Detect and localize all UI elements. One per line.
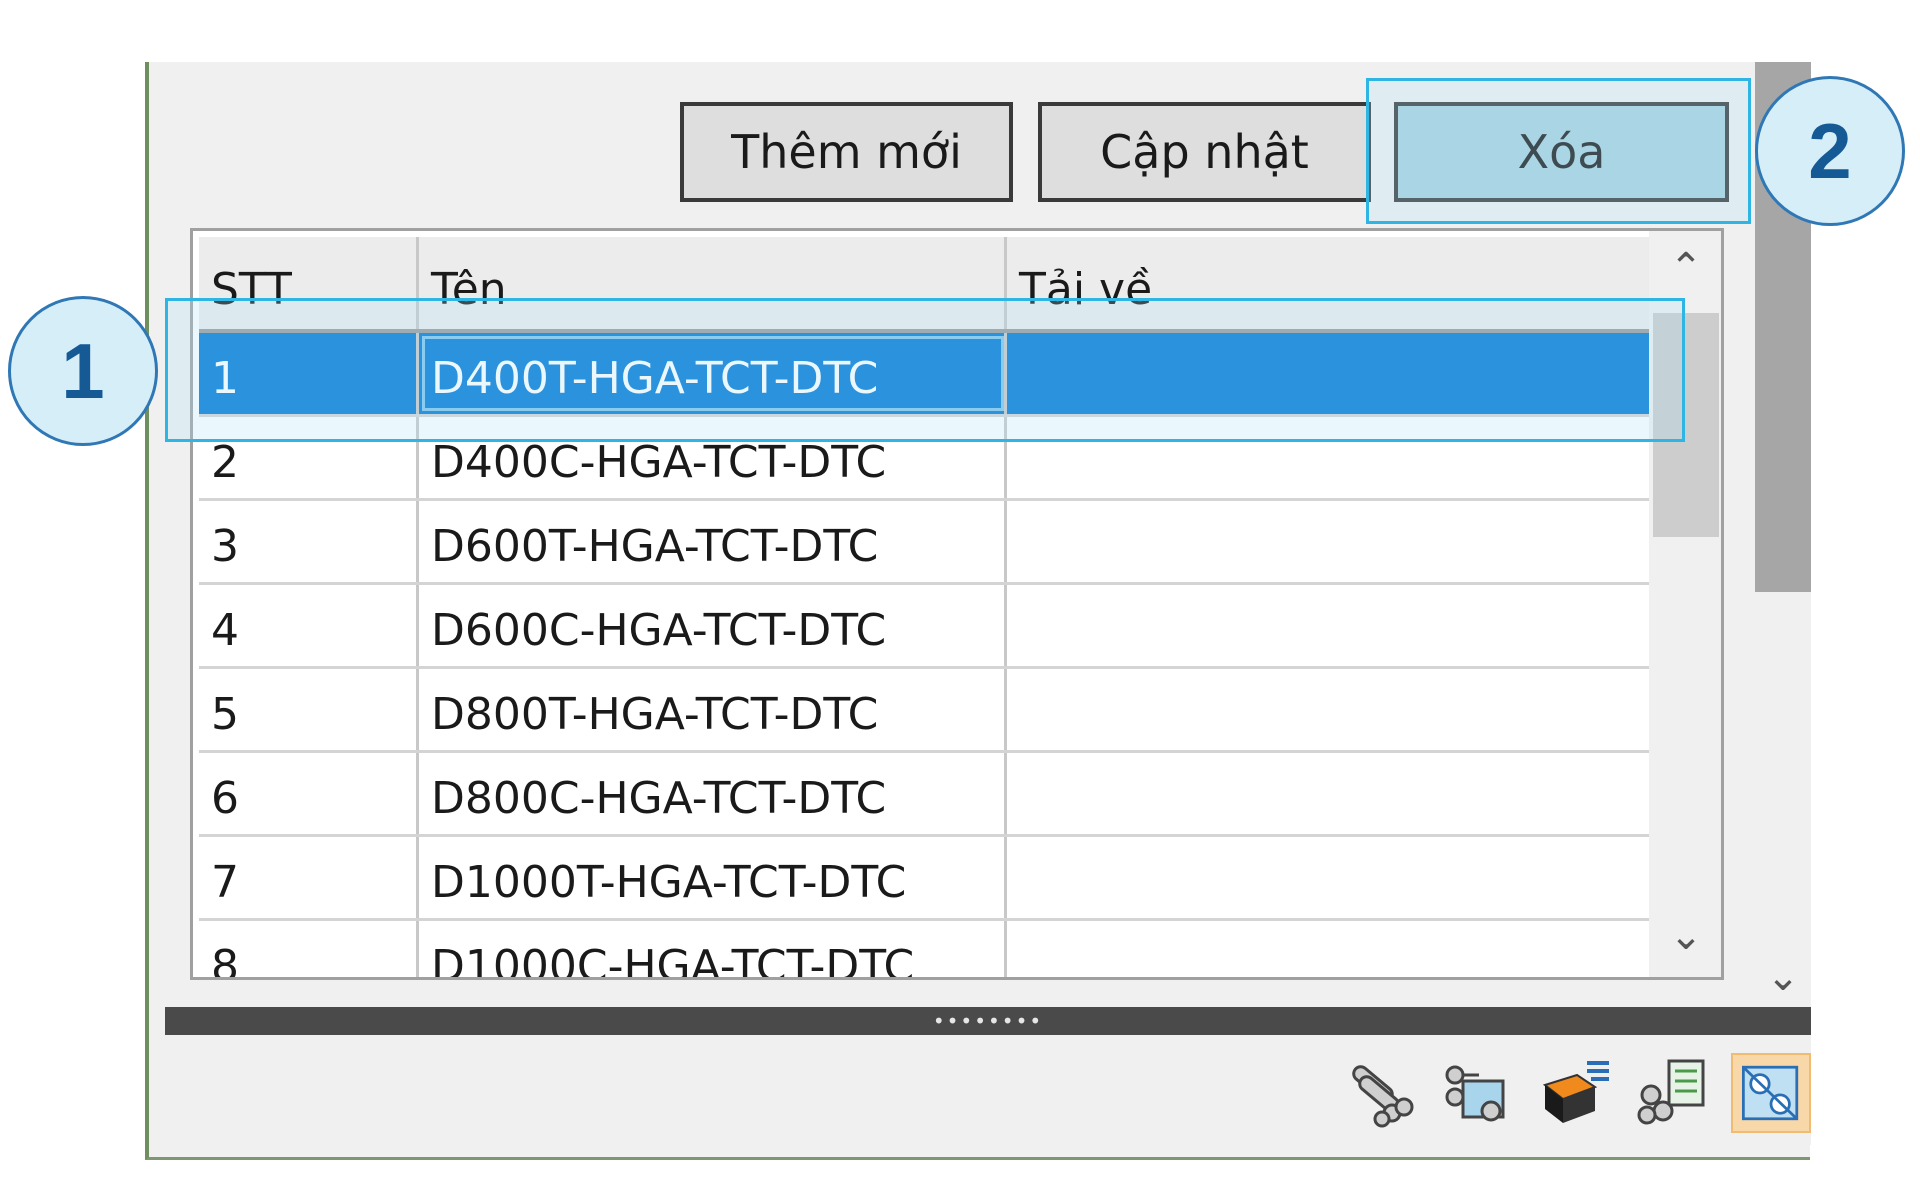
pipes-icon[interactable] [1340,1053,1420,1133]
update-button[interactable]: Cập nhật [1038,102,1371,202]
pipe-fittings-icon[interactable] [1437,1053,1517,1133]
table-row[interactable]: 6 D800C-HGA-TCT-DTC [199,753,1649,837]
table-row[interactable]: 3 D600T-HGA-TCT-DTC [199,501,1649,585]
add-new-button[interactable]: Thêm mới [680,102,1013,202]
table-row[interactable]: 7 D1000T-HGA-TCT-DTC [199,837,1649,921]
row-name[interactable]: D800C-HGA-TCT-DTC [419,753,1007,834]
row-stt: 4 [199,585,419,666]
row-name[interactable]: D1000T-HGA-TCT-DTC [419,837,1007,918]
row-download[interactable] [1007,753,1649,834]
fitting-catalog-icon[interactable] [1731,1053,1811,1133]
data-grid-body: STT Tên Tải về 1 D400T-HGA-TCT-DTC 2 D40… [199,237,1649,977]
row-download[interactable] [1007,837,1649,918]
callout-step-1: 1 [8,296,158,446]
row-stt: 3 [199,501,419,582]
chevron-down-icon[interactable]: ⌄ [1649,911,1721,961]
table-row[interactable]: 2 D400C-HGA-TCT-DTC [199,417,1649,501]
row-name[interactable]: D600T-HGA-TCT-DTC [419,501,1007,582]
row-download[interactable] [1007,417,1649,498]
table-row[interactable]: 5 D800T-HGA-TCT-DTC [199,669,1649,753]
table-row[interactable]: 4 D600C-HGA-TCT-DTC [199,585,1649,669]
grid-scrollbar-thumb[interactable] [1653,313,1719,537]
column-header-stt[interactable]: STT [199,237,419,329]
row-name[interactable]: D1000C-HGA-TCT-DTC [419,921,1007,977]
table-row[interactable]: 1 D400T-HGA-TCT-DTC [199,333,1649,417]
row-stt: 1 [199,333,419,414]
row-name[interactable]: D400T-HGA-TCT-DTC [419,333,1007,414]
pipe-catalog-icon[interactable] [1633,1053,1713,1133]
table-header: STT Tên Tải về [199,237,1649,333]
row-download[interactable] [1007,921,1649,977]
row-download[interactable] [1007,333,1649,414]
data-grid: STT Tên Tải về 1 D400T-HGA-TCT-DTC 2 D40… [190,228,1724,980]
row-stt: 7 [199,837,419,918]
grid-scrollbar[interactable]: ⌃ ⌄ [1649,231,1721,977]
column-header-download[interactable]: Tải về [1007,237,1649,329]
row-stt: 2 [199,417,419,498]
callout-step-2: 2 [1755,76,1905,226]
row-stt: 8 [199,921,419,977]
row-stt: 5 [199,669,419,750]
chevron-down-icon[interactable]: ⌄ [1763,952,1803,1002]
row-download[interactable] [1007,501,1649,582]
row-download[interactable] [1007,585,1649,666]
row-stt: 6 [199,753,419,834]
bottom-toolbar [165,1035,1811,1145]
table-row[interactable]: 8 D1000C-HGA-TCT-DTC [199,921,1649,977]
equipment-list-icon[interactable] [1535,1053,1615,1133]
delete-button[interactable]: Xóa [1394,102,1729,202]
chevron-up-icon[interactable]: ⌃ [1649,243,1721,293]
row-name[interactable]: D800T-HGA-TCT-DTC [419,669,1007,750]
row-name[interactable]: D600C-HGA-TCT-DTC [419,585,1007,666]
panel-splitter[interactable]: •••••••• [165,1007,1811,1035]
row-download[interactable] [1007,669,1649,750]
column-header-name[interactable]: Tên [419,237,1007,329]
row-name[interactable]: D400C-HGA-TCT-DTC [419,417,1007,498]
